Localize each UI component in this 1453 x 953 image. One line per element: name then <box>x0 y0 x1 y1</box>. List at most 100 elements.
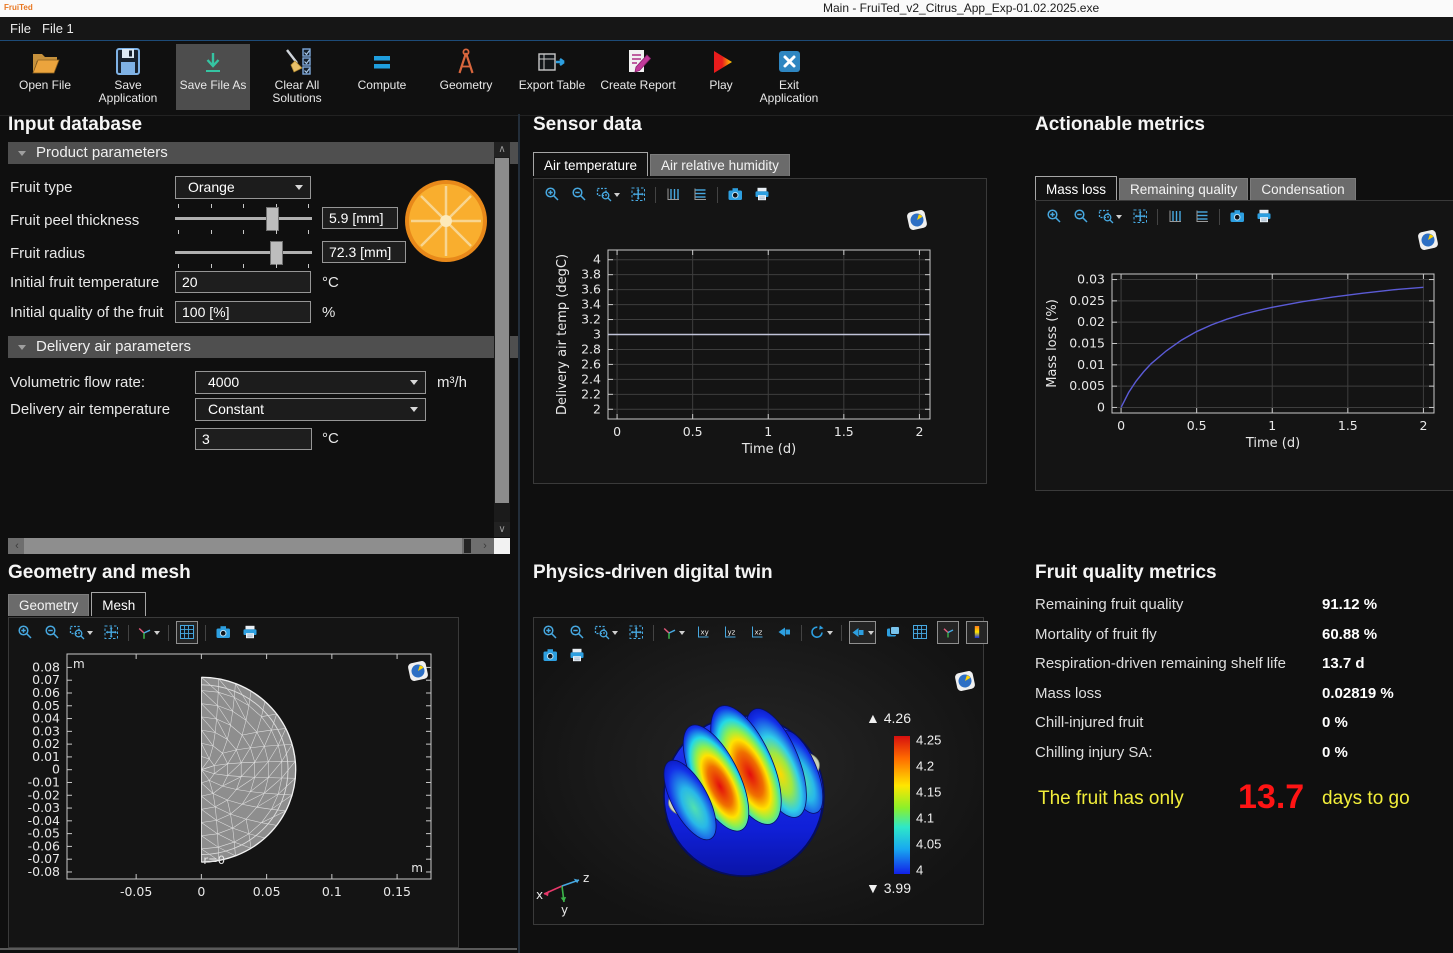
geometry-button[interactable]: Geometry <box>432 44 500 110</box>
dropdown-caret-icon[interactable] <box>826 630 834 636</box>
clear-all-solutions-button[interactable]: Clear All Solutions <box>260 44 334 110</box>
zoom-extents-icon[interactable] <box>626 622 646 643</box>
svg-text:-0.02: -0.02 <box>28 787 60 802</box>
export-table-button[interactable]: Export Table <box>514 44 590 110</box>
print-icon[interactable] <box>1254 206 1274 227</box>
zoom-box-icon[interactable] <box>596 184 621 205</box>
slider-thumb[interactable] <box>266 207 279 231</box>
delivery-air-temperature-input[interactable]: 3 <box>195 428 312 450</box>
dropdown-caret-icon[interactable] <box>153 630 161 636</box>
zoom-in-icon[interactable] <box>1044 206 1064 227</box>
print-icon[interactable] <box>567 645 587 666</box>
exit-application-button[interactable]: Exit Application <box>754 44 824 110</box>
slider-thumb[interactable] <box>270 241 283 265</box>
scrollbar-thumb[interactable] <box>24 538 462 554</box>
initial-temperature-label: Initial fruit temperature <box>10 274 159 291</box>
zoom-extents-icon[interactable] <box>628 184 648 205</box>
tab-air-relative-humidity[interactable]: Air relative humidity <box>650 154 790 176</box>
image-snapshot-icon[interactable] <box>213 622 233 643</box>
fruit-type-dropdown[interactable]: Orange <box>175 176 311 199</box>
dropdown-caret-icon[interactable] <box>613 192 621 198</box>
zoom-in-icon[interactable] <box>15 622 35 643</box>
tab-air-temperature[interactable]: Air temperature <box>533 152 648 176</box>
peel-thickness-slider[interactable] <box>175 206 312 230</box>
tab-condensation[interactable]: Condensation <box>1250 178 1355 200</box>
menu-file[interactable]: File <box>6 20 35 37</box>
zoom-box-icon[interactable] <box>594 622 619 643</box>
compute-button[interactable]: Compute <box>348 44 416 110</box>
alert-suffix: days to go <box>1322 788 1410 810</box>
image-snapshot-icon[interactable] <box>725 184 745 205</box>
zoom-extents-icon[interactable] <box>101 622 121 643</box>
comsol-logo <box>906 209 928 231</box>
image-snapshot-icon[interactable] <box>1227 206 1247 227</box>
product-parameters-header[interactable]: Product parameters <box>8 142 518 164</box>
rotate-icon[interactable] <box>809 622 834 643</box>
zoom-out-icon[interactable] <box>42 622 62 643</box>
scroll-up-icon[interactable]: ∧ <box>494 142 510 157</box>
tab-geometry[interactable]: Geometry <box>8 594 89 616</box>
flip-view-icon[interactable] <box>774 622 794 643</box>
initial-quality-input[interactable]: 100 [%] <box>175 301 311 323</box>
x-grid-icon[interactable] <box>1165 206 1185 227</box>
tab-remaining-quality[interactable]: Remaining quality <box>1119 178 1248 200</box>
play-animation-icon[interactable] <box>849 621 876 644</box>
initial-temperature-input[interactable]: 20 <box>175 271 311 293</box>
sensor-chart[interactable]: 00.511.5222.22.42.62.833.23.43.63.84Time… <box>542 213 979 475</box>
save-application-button[interactable]: Save Application <box>88 44 168 110</box>
play-button[interactable]: Play <box>692 44 750 110</box>
vertical-scrollbar[interactable]: ∧ ∨ <box>494 142 510 537</box>
horizontal-scrollbar[interactable]: ‹ › <box>8 538 494 554</box>
dropdown-caret-icon[interactable] <box>867 630 875 636</box>
peel-thickness-value[interactable]: 5.9 [mm] <box>322 207 398 229</box>
zoom-box-icon[interactable] <box>69 622 94 643</box>
zoom-out-icon[interactable] <box>569 184 589 205</box>
print-icon[interactable] <box>752 184 772 205</box>
scrollbar-thumb[interactable] <box>495 158 509 503</box>
mass-loss-chart[interactable]: 00.511.5200.0050.010.0150.020.0250.03Tim… <box>1042 231 1451 481</box>
zoom-box-icon[interactable] <box>1098 206 1123 227</box>
default-3d-view-icon[interactable] <box>661 622 686 643</box>
view-yz-icon[interactable] <box>720 622 740 643</box>
view-xz-icon[interactable] <box>747 622 767 643</box>
slider-track[interactable] <box>175 251 312 254</box>
save-file-as-button[interactable]: Save File As <box>176 44 250 110</box>
delivery-air-temperature-dropdown[interactable]: Constant <box>195 398 426 421</box>
dropdown-caret-icon[interactable] <box>86 630 94 636</box>
svg-text:3.8: 3.8 <box>581 267 601 282</box>
zoom-in-icon[interactable] <box>542 184 562 205</box>
dropdown-caret-icon[interactable] <box>611 630 619 636</box>
delivery-air-parameters-header[interactable]: Delivery air parameters <box>8 336 518 358</box>
open-file-button[interactable]: Open File <box>10 44 80 110</box>
scene-objects-icon[interactable] <box>883 622 903 643</box>
tab-mesh[interactable]: Mesh <box>91 592 146 616</box>
y-grid-icon[interactable] <box>690 184 710 205</box>
show-axes-icon[interactable] <box>937 621 959 644</box>
show-color-bar-icon[interactable] <box>966 621 988 644</box>
scroll-down-icon[interactable]: ∨ <box>494 522 510 537</box>
default-view-icon[interactable] <box>136 622 161 643</box>
tab-mass-loss[interactable]: Mass loss <box>1035 176 1117 200</box>
create-report-button[interactable]: Create Report <box>600 44 676 110</box>
show-grid-icon[interactable] <box>910 622 930 643</box>
x-grid-icon[interactable] <box>663 184 683 205</box>
menu-file-1[interactable]: File 1 <box>38 20 78 37</box>
zoom-extents-icon[interactable] <box>1130 206 1150 227</box>
slider-track[interactable] <box>175 217 312 220</box>
zoom-out-icon[interactable] <box>1071 206 1091 227</box>
dropdown-caret-icon[interactable] <box>1115 214 1123 220</box>
mesh-plot[interactable]: -0.0500.050.10.15-0.08-0.07-0.06-0.05-0.… <box>13 647 437 935</box>
zoom-in-icon[interactable] <box>540 622 560 643</box>
fruit-radius-slider[interactable] <box>175 240 312 264</box>
print-icon[interactable] <box>240 622 260 643</box>
view-xy-icon[interactable] <box>693 622 713 643</box>
zoom-out-icon[interactable] <box>567 622 587 643</box>
scroll-left-icon[interactable]: ‹ <box>10 538 24 554</box>
scroll-right-icon[interactable]: › <box>478 538 492 554</box>
flow-rate-dropdown[interactable]: 4000 <box>195 371 426 394</box>
fruit-radius-value[interactable]: 72.3 [mm] <box>322 241 406 263</box>
image-snapshot-icon[interactable] <box>540 645 560 666</box>
y-grid-icon[interactable] <box>1192 206 1212 227</box>
show-grid-icon[interactable] <box>176 621 198 644</box>
dropdown-caret-icon[interactable] <box>678 630 686 636</box>
